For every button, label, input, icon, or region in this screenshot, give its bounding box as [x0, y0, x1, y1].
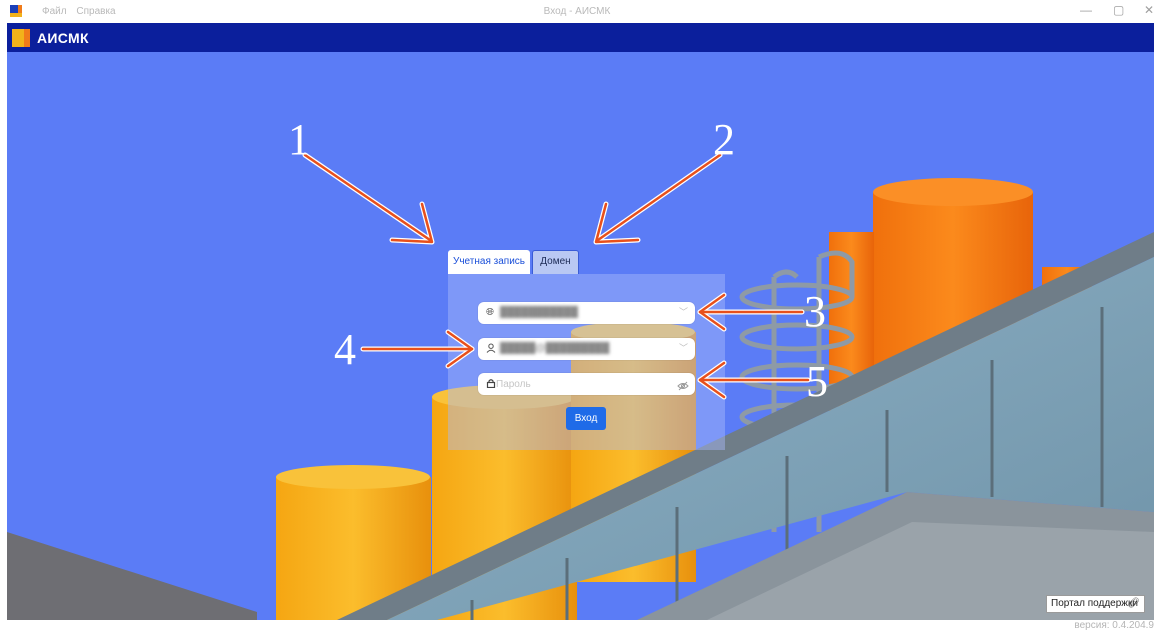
annotation-3: 3 — [804, 287, 826, 336]
user-value: █████@█████████ — [500, 343, 610, 354]
login-button[interactable]: Вход — [566, 407, 606, 430]
password-field[interactable] — [478, 373, 695, 395]
annotation-2: 2 — [713, 115, 735, 164]
annotation-1: 1 — [288, 115, 310, 164]
window-titlebar: Файл Справка Вход - АИСМК — ▢ ✕ — [0, 0, 1154, 23]
app-header: АИСМК — [7, 23, 1154, 52]
support-portal-label: Портал поддержки — [1051, 598, 1138, 609]
login-panel: 🌐︎ ███████████ ﹀ █████@█████████ ﹀ Вход — [448, 274, 725, 450]
eye-off-icon[interactable] — [677, 378, 689, 396]
server-select[interactable]: 🌐︎ ███████████ ﹀ — [478, 302, 695, 324]
close-button[interactable]: ✕ — [1144, 3, 1154, 17]
version-label: версия: 0.4.204.9 — [1074, 620, 1154, 631]
user-icon — [486, 343, 496, 357]
status-bar: версия: 0.4.204.9 — [0, 620, 1154, 632]
maximize-button[interactable]: ▢ — [1113, 3, 1124, 17]
server-value: ███████████ — [500, 307, 578, 318]
app-logo-icon — [12, 29, 30, 47]
tab-domain[interactable]: Домен — [532, 250, 579, 274]
annotation-4: 4 — [334, 325, 356, 374]
tab-account[interactable]: Учетная запись — [448, 250, 530, 274]
link-icon: 🔗︎ — [1127, 598, 1140, 609]
annotation-5: 5 — [806, 357, 828, 406]
app-name: АИСМК — [37, 30, 89, 46]
lock-icon — [486, 378, 496, 392]
chevron-down-icon[interactable]: ﹀ — [679, 342, 688, 354]
chevron-down-icon[interactable]: ﹀ — [679, 306, 688, 318]
support-portal-link[interactable]: Портал поддержки 🔗︎ — [1046, 595, 1145, 613]
globe-icon: 🌐︎ — [486, 307, 494, 318]
minimize-button[interactable]: — — [1080, 3, 1092, 17]
window-title: Вход - АИСМК — [543, 6, 611, 17]
password-input[interactable] — [496, 376, 666, 392]
user-select[interactable]: █████@█████████ ﹀ — [478, 338, 695, 360]
